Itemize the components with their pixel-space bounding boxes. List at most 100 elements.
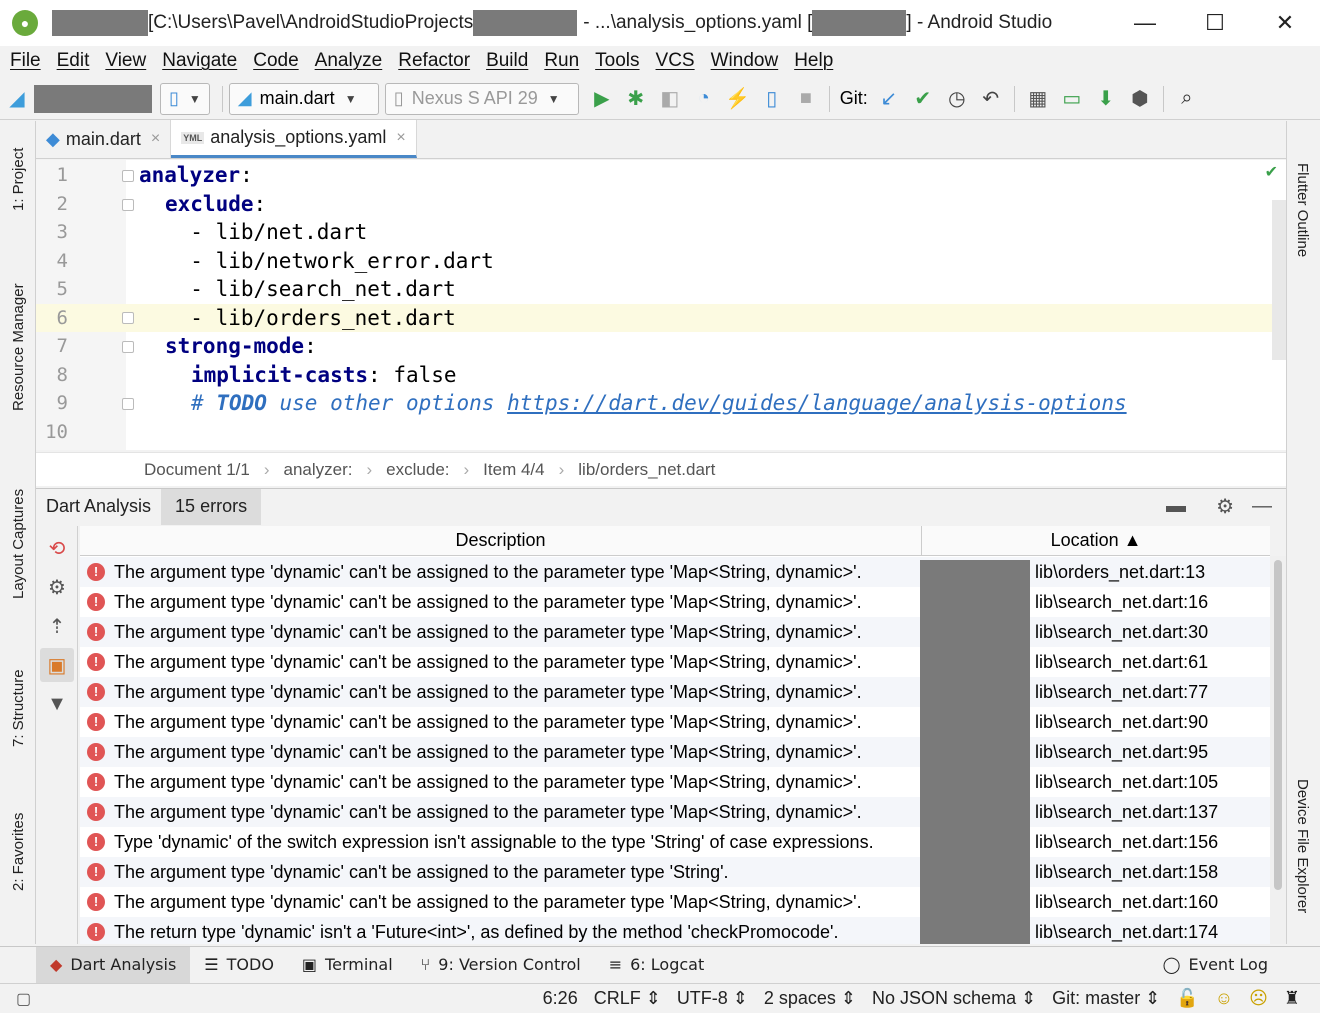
run-config-selector[interactable]: ◢ main.dart ▼	[228, 82, 379, 115]
lock-icon[interactable]: 🔓	[1168, 988, 1206, 1009]
tool-tab-version-control[interactable]: ⑂ 9: Version Control	[407, 947, 595, 983]
tool-tab-device-file-explorer[interactable]: Device File Explorer	[1294, 779, 1311, 913]
git-branch[interactable]: Git: master ⇕	[1044, 988, 1168, 1009]
git-update-icon[interactable]: ↙	[872, 82, 906, 116]
toggle-tool-windows-icon[interactable]: ▢	[16, 989, 31, 1009]
table-row[interactable]: ! Type 'dynamic' of the switch expression…	[80, 827, 1270, 857]
search-icon[interactable]: ⌕	[1170, 82, 1204, 116]
fold-marker-icon[interactable]	[122, 398, 134, 410]
hide-panel-icon[interactable]: —	[1252, 495, 1272, 518]
git-commit-icon[interactable]: ✔	[906, 82, 940, 116]
table-row[interactable]: ! The argument type 'dynamic' can't be as…	[80, 767, 1270, 797]
breadcrumb-item[interactable]: lib/orders_net.dart	[578, 460, 715, 480]
tool-tab-resource-manager[interactable]: Resource Manager	[10, 283, 27, 411]
run-icon[interactable]: ▶	[585, 82, 619, 116]
comment-link[interactable]: https://dart.dev/guides/language/analysi…	[507, 391, 1127, 415]
minimize-button[interactable]: —	[1110, 0, 1180, 46]
refresh-icon[interactable]: ⟲	[40, 531, 74, 565]
table-scrollbar[interactable]	[1270, 556, 1286, 944]
sync-gradle-icon[interactable]: ⬢	[1123, 82, 1157, 116]
menu-navigate[interactable]: Navigate	[154, 50, 245, 72]
close-icon[interactable]: ×	[151, 130, 160, 148]
indent-setting[interactable]: 2 spaces ⇕	[756, 988, 864, 1009]
gear-icon[interactable]: ⚙	[40, 570, 74, 604]
profile-icon[interactable]: ◔	[687, 82, 721, 116]
avd-manager-icon[interactable]: ▭	[1055, 82, 1089, 116]
column-description[interactable]: Description	[80, 526, 922, 556]
breadcrumb-item[interactable]: exclude:	[386, 460, 449, 480]
filter-icon[interactable]: ▼	[40, 687, 74, 721]
menu-view[interactable]: View	[97, 50, 154, 72]
debug-icon[interactable]: ✱	[619, 82, 653, 116]
breadcrumb-item[interactable]: Item 4/4	[483, 460, 544, 480]
json-schema[interactable]: No JSON schema ⇕	[864, 988, 1044, 1009]
inspector-icon[interactable]: ♜	[1276, 988, 1308, 1009]
table-row[interactable]: ! The argument type 'dynamic' can't be as…	[80, 797, 1270, 827]
editor-scrollbar[interactable]	[1272, 200, 1286, 360]
inspection-ok-icon[interactable]: ✔	[1265, 162, 1278, 182]
tool-tab-logcat[interactable]: ≡ 6: Logcat	[595, 947, 719, 983]
device-selector[interactable]: ▯ Nexus S API 29 ▼	[384, 82, 579, 115]
tool-tab-favorites[interactable]: 2: Favorites	[10, 813, 27, 891]
project-structure-icon[interactable]: ▦	[1021, 82, 1055, 116]
close-window-button[interactable]: ✕	[1250, 0, 1320, 46]
table-row[interactable]: ! The argument type 'dynamic' can't be as…	[80, 647, 1270, 677]
apply-changes-icon[interactable]: ▯	[755, 82, 789, 116]
tool-tab-dart-analysis[interactable]: ◆ Dart Analysis	[36, 946, 191, 983]
fold-marker-icon[interactable]	[122, 170, 134, 182]
tool-tab-todo[interactable]: ☰ TODO	[190, 947, 288, 983]
breadcrumb-item[interactable]: Document 1/1	[144, 460, 250, 480]
device-type-selector[interactable]: ▯ ▼	[160, 82, 210, 115]
breadcrumb-item[interactable]: analyzer:	[284, 460, 353, 480]
happy-feedback-icon[interactable]: ☺	[1207, 988, 1241, 1009]
comment-icon[interactable]: ▬	[1166, 495, 1186, 518]
tool-tab-structure[interactable]: 7: Structure	[10, 669, 27, 747]
menu-run[interactable]: Run	[536, 50, 587, 72]
attach-debugger-icon[interactable]: ◧	[653, 82, 687, 116]
table-row[interactable]: ! The argument type 'dynamic' can't be as…	[80, 557, 1270, 587]
scroll-to-source-icon[interactable]: ⇡	[40, 609, 74, 643]
tool-tab-layout-captures[interactable]: Layout Captures	[10, 489, 27, 599]
table-row[interactable]: ! The argument type 'dynamic' can't be as…	[80, 707, 1270, 737]
close-icon[interactable]: ×	[396, 129, 405, 147]
fold-marker-icon[interactable]	[122, 312, 134, 324]
menu-analyze[interactable]: Analyze	[307, 50, 391, 72]
table-row[interactable]: ! The argument type 'dynamic' can't be as…	[80, 617, 1270, 647]
menu-build[interactable]: Build	[478, 50, 536, 72]
menu-vcs[interactable]: VCS	[648, 50, 703, 72]
table-row[interactable]: ! The argument type 'dynamic' can't be as…	[80, 587, 1270, 617]
table-row[interactable]: ! The argument type 'dynamic' can't be as…	[80, 857, 1270, 887]
menu-refactor[interactable]: Refactor	[390, 50, 478, 72]
menu-help[interactable]: Help	[786, 50, 841, 72]
maximize-button[interactable]: ☐	[1180, 0, 1250, 46]
tab-analysis-options[interactable]: YML analysis_options.yaml ×	[171, 120, 417, 158]
menu-file[interactable]: File	[2, 50, 49, 72]
file-encoding[interactable]: UTF-8 ⇕	[669, 988, 756, 1009]
caret-position[interactable]: 6:26	[535, 988, 586, 1009]
sdk-manager-icon[interactable]: ⬇	[1089, 82, 1123, 116]
tool-tab-terminal[interactable]: ▣ Terminal	[288, 947, 407, 983]
table-row[interactable]: ! The argument type 'dynamic' can't be as…	[80, 887, 1270, 917]
tab-main-dart[interactable]: ◆ main.dart ×	[36, 120, 172, 158]
tool-tab-project[interactable]: 1: Project	[10, 148, 27, 211]
fold-marker-icon[interactable]	[122, 199, 134, 211]
table-row[interactable]: ! The argument type 'dynamic' can't be as…	[80, 737, 1270, 767]
menu-code[interactable]: Code	[245, 50, 306, 72]
fold-marker-icon[interactable]	[122, 341, 134, 353]
table-row[interactable]: ! The return type 'dynamic' isn't a 'Futu…	[80, 917, 1270, 944]
code-editor[interactable]: 1 analyzer: 2 exclude: 3 - lib/net.dart 4 …	[36, 160, 1286, 450]
menu-edit[interactable]: Edit	[49, 50, 98, 72]
stop-icon[interactable]: ■	[789, 82, 823, 116]
git-rollback-icon[interactable]: ↶	[974, 82, 1008, 116]
menu-window[interactable]: Window	[703, 50, 787, 72]
menu-tools[interactable]: Tools	[587, 50, 647, 72]
tool-tab-flutter-outline[interactable]: Flutter Outline	[1294, 163, 1311, 257]
line-separator[interactable]: CRLF ⇕	[586, 988, 669, 1009]
gear-icon[interactable]: ⚙	[1216, 494, 1234, 519]
git-history-icon[interactable]: ◷	[940, 82, 974, 116]
group-by-file-icon[interactable]: ▣	[40, 648, 74, 682]
sad-feedback-icon[interactable]: ☹	[1241, 988, 1276, 1009]
scrollbar-thumb[interactable]	[1274, 560, 1282, 890]
hot-reload-icon[interactable]: ⚡	[721, 82, 755, 116]
error-count-tab[interactable]: 15 errors	[161, 488, 262, 525]
